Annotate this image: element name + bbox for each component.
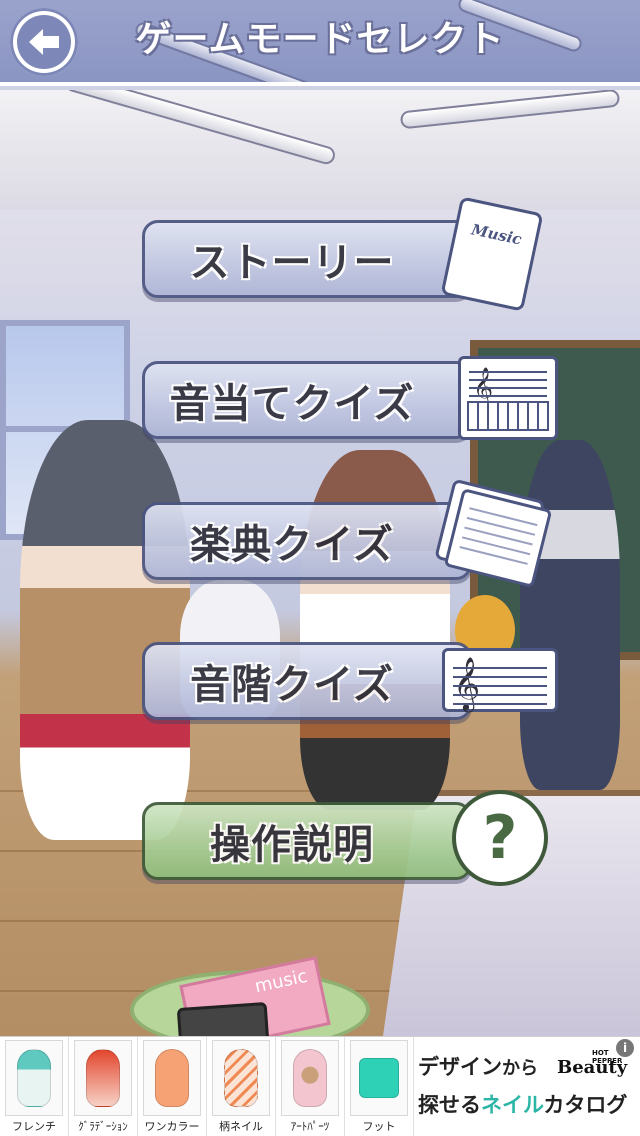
theory-quiz-button[interactable]: 楽典クイズ — [142, 502, 472, 580]
nail-category-label: フット — [362, 1120, 396, 1133]
nail-category-pattern[interactable]: 柄ネイル — [207, 1037, 276, 1136]
pitch-quiz-button[interactable]: 音当てクイズ — [142, 361, 472, 439]
treble-clef-staff-icon: 𝄞 — [442, 648, 558, 712]
story-label: ストーリー — [189, 240, 395, 286]
nail-category-french[interactable]: フレンチ — [0, 1037, 69, 1136]
notebook-label: Music — [469, 220, 524, 249]
arrow-left-icon — [17, 15, 71, 69]
instructions-button[interactable]: 操作説明 — [142, 802, 472, 880]
nail-category-one-color[interactable]: ワンカラー — [138, 1037, 207, 1136]
nail-french-icon — [17, 1049, 51, 1107]
beauty-logo: Beauty — [557, 1057, 628, 1078]
nail-category-list: フレンチ ｸﾞﾗﾃﾞｰｼｮﾝ ワンカラー 柄ネイル ｱｰﾄﾊﾟｰﾂ フット — [0, 1037, 414, 1136]
character-guitar-girl — [20, 420, 190, 840]
nail-gradation-icon — [86, 1049, 120, 1107]
scale-quiz-button[interactable]: 音階クイズ — [142, 642, 472, 720]
mobile-phone — [176, 1001, 270, 1036]
nail-art-parts-icon — [293, 1049, 327, 1107]
nail-one-color-icon — [155, 1049, 189, 1107]
story-button[interactable]: ストーリー — [142, 220, 472, 298]
ad-copy[interactable]: デザインから HOT PEPPER Beauty 探せるネイルカタログ i — [414, 1037, 640, 1136]
ad-line-2-a: 探せる — [418, 1093, 481, 1117]
nail-foot-icon — [359, 1058, 399, 1098]
nail-category-label: フレンチ — [12, 1120, 56, 1133]
character-flute-boy — [520, 440, 620, 790]
back-button[interactable] — [10, 8, 78, 76]
page-title: ゲームモードセレクト — [135, 19, 505, 60]
nail-category-foot[interactable]: フット — [345, 1037, 414, 1136]
nail-category-label: ワンカラー — [144, 1120, 200, 1133]
ad-line-2-b: カタログ — [543, 1093, 628, 1117]
ad-line-1-main: デザイン — [418, 1055, 502, 1079]
scale-quiz-label: 音階クイズ — [190, 662, 394, 708]
piano-keys — [467, 401, 549, 431]
nail-category-label: 柄ネイル — [219, 1120, 263, 1133]
info-icon[interactable]: i — [616, 1039, 634, 1057]
ad-line-1-small: から — [502, 1058, 538, 1079]
nail-category-label: ｸﾞﾗﾃﾞｰｼｮﾝ — [78, 1120, 128, 1133]
nail-category-gradation[interactable]: ｸﾞﾗﾃﾞｰｼｮﾝ — [69, 1037, 138, 1136]
staff-keyboard-icon: 𝄞 — [458, 356, 558, 440]
nail-category-art-parts[interactable]: ｱｰﾄﾊﾟｰﾂ — [276, 1037, 345, 1136]
ad-line-2: 探せるネイルカタログ — [418, 1089, 640, 1119]
header-bar: ゲームモードセレクト — [0, 0, 640, 86]
question-mark-icon[interactable]: ? — [452, 790, 548, 886]
ad-banner[interactable]: フレンチ ｸﾞﾗﾃﾞｰｼｮﾝ ワンカラー 柄ネイル ｱｰﾄﾊﾟｰﾂ フット デザ… — [0, 1036, 640, 1136]
theory-quiz-label: 楽典クイズ — [190, 522, 394, 568]
treble-clef-icon: 𝄞 — [453, 656, 481, 710]
ad-line-2-accent: ネイル — [481, 1093, 544, 1117]
instructions-label: 操作説明 — [210, 822, 374, 868]
pitch-quiz-label: 音当てクイズ — [169, 381, 415, 427]
nail-pattern-icon — [224, 1049, 258, 1107]
nail-category-label: ｱｰﾄﾊﾟｰﾂ — [290, 1120, 330, 1133]
